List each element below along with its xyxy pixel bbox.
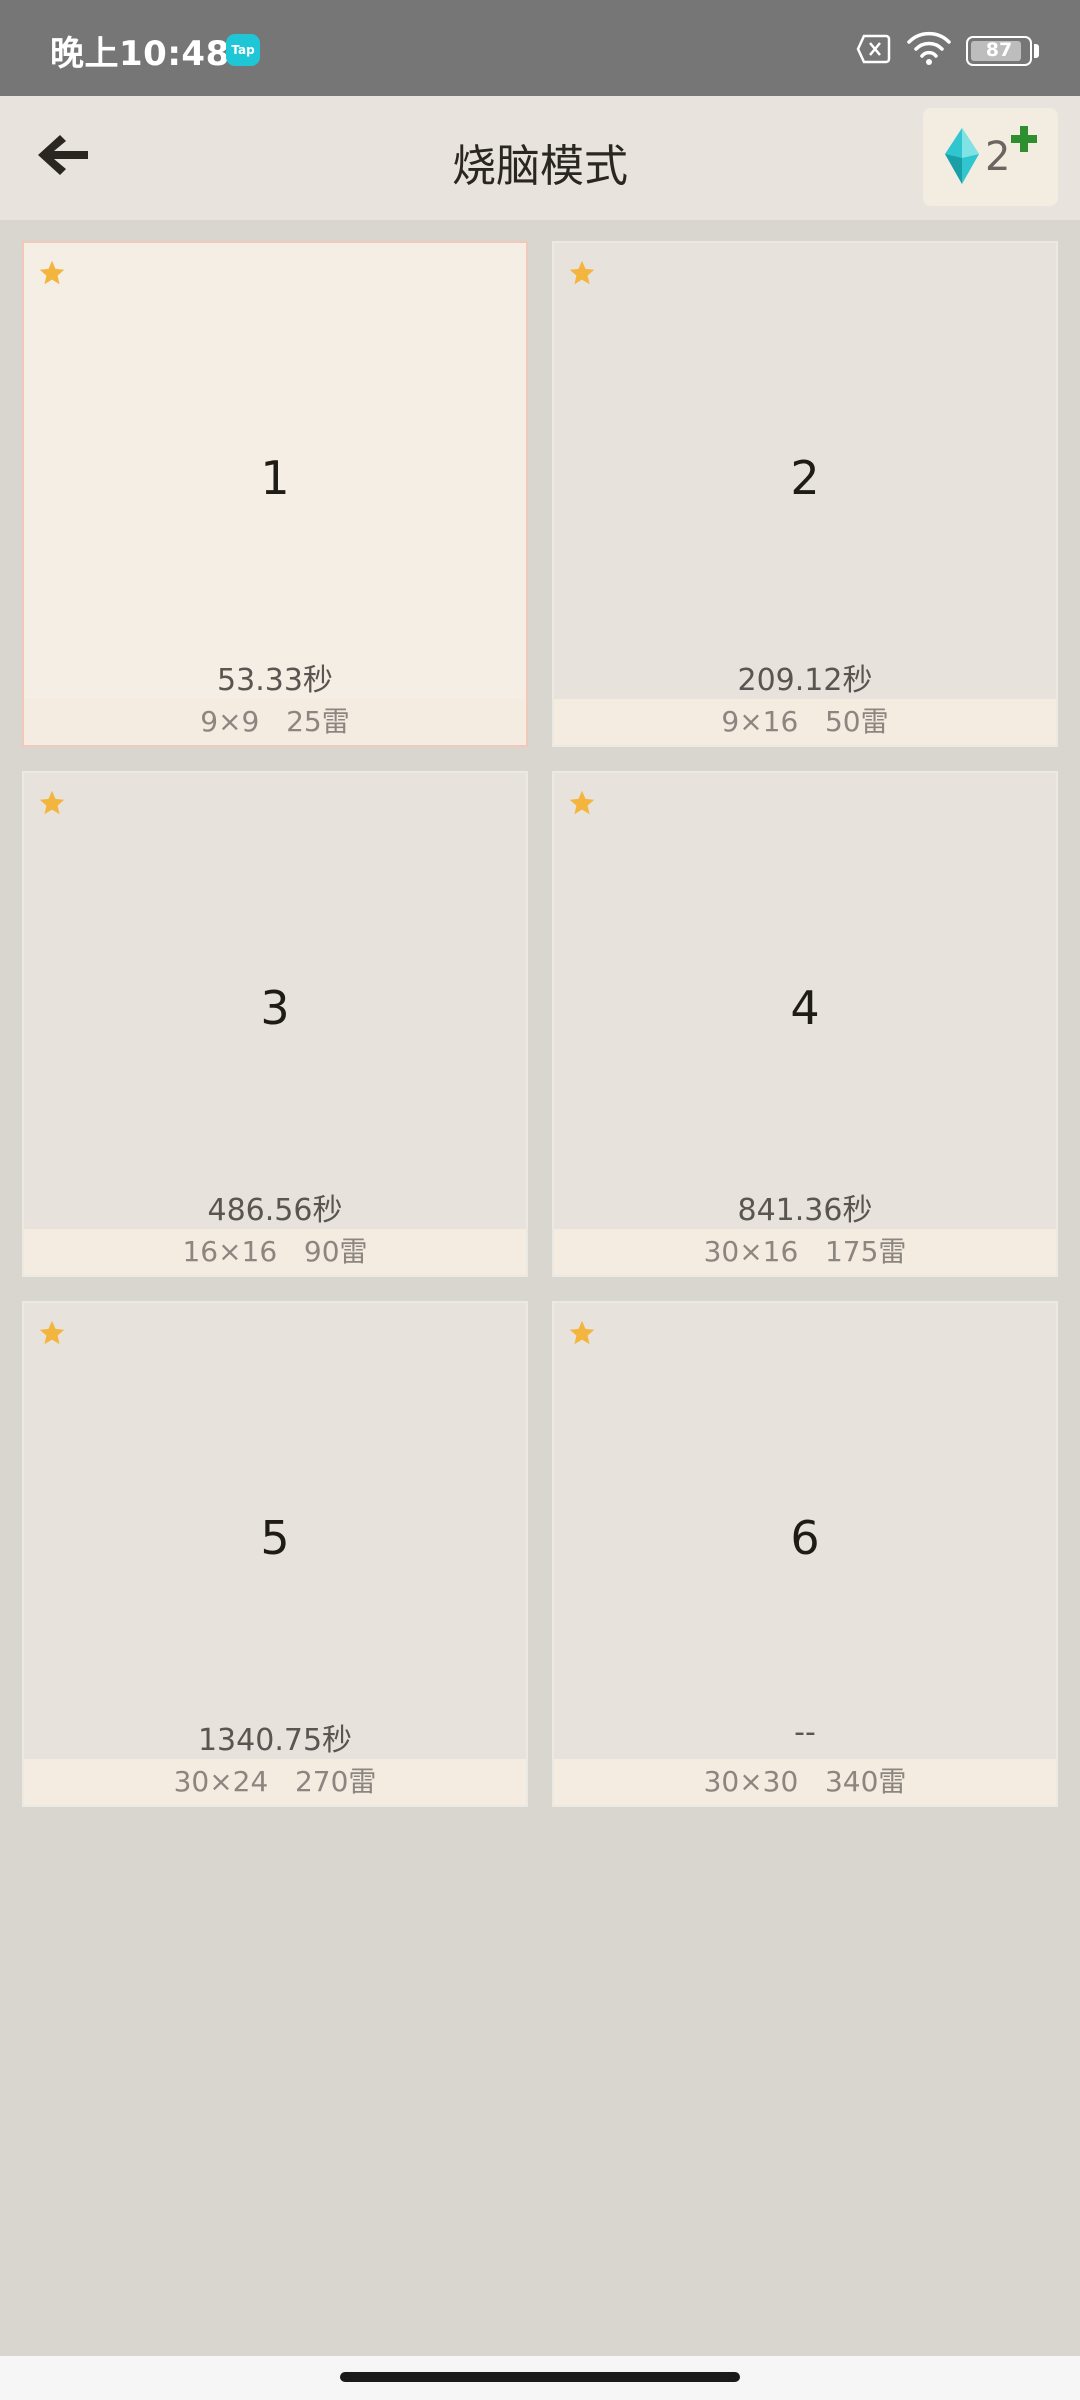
no-sim-icon [856, 34, 892, 68]
mine-count: 175雷 [824, 1235, 907, 1268]
add-gem-plus-icon [1011, 126, 1037, 156]
app-header: 烧脑模式 2 [0, 96, 1080, 220]
gem-counter-button[interactable]: 2 [923, 108, 1058, 206]
star-icon [568, 789, 596, 821]
star-icon [568, 1319, 596, 1351]
mine-count: 25雷 [286, 705, 350, 738]
level-number: 1 [260, 451, 290, 505]
star-icon [568, 259, 596, 291]
level-card-2[interactable]: 2 209.12秒 9×16 50雷 [552, 241, 1058, 747]
best-time: 209.12秒 [737, 663, 873, 698]
board-info: 30×16 175雷 [554, 1229, 1056, 1275]
level-number: 4 [790, 981, 820, 1035]
home-indicator[interactable] [340, 2372, 740, 2382]
board-info: 30×24 270雷 [24, 1759, 526, 1805]
board-size: 9×9 [200, 705, 260, 738]
star-icon [38, 259, 66, 291]
mine-count: 340雷 [824, 1765, 907, 1798]
board-size: 9×16 [721, 705, 799, 738]
level-number: 5 [260, 1511, 290, 1565]
star-icon [38, 789, 66, 821]
mine-count: 50雷 [824, 705, 889, 738]
status-bar: 晚上10:48 Tap 87 [0, 0, 1080, 96]
best-time: -- [794, 1715, 816, 1750]
level-card-3[interactable]: 3 486.56秒 16×16 90雷 [22, 771, 528, 1277]
level-card-6[interactable]: 6 -- 30×30 340雷 [552, 1301, 1058, 1807]
board-info: 9×16 50雷 [554, 699, 1056, 745]
status-time: 晚上10:48 [50, 34, 230, 74]
board-info: 9×9 25雷 [24, 699, 526, 745]
level-number: 2 [790, 451, 820, 505]
best-time: 841.36秒 [737, 1193, 873, 1228]
board-size: 30×16 [703, 1235, 799, 1268]
level-number: 6 [790, 1511, 820, 1565]
diamond-gem-icon [945, 128, 979, 188]
star-icon [38, 1319, 66, 1351]
level-number: 3 [260, 981, 290, 1035]
battery-tip [1034, 44, 1039, 58]
best-time: 486.56秒 [207, 1193, 343, 1228]
mine-count: 270雷 [294, 1765, 377, 1798]
mine-count: 90雷 [303, 1235, 368, 1268]
best-time: 53.33秒 [217, 663, 333, 698]
board-size: 16×16 [182, 1235, 278, 1268]
board-info: 30×30 340雷 [554, 1759, 1056, 1805]
board-info: 16×16 90雷 [24, 1229, 526, 1275]
battery-level: 87 [985, 39, 1013, 61]
board-size: 30×24 [173, 1765, 269, 1798]
level-card-4[interactable]: 4 841.36秒 30×16 175雷 [552, 771, 1058, 1277]
wifi-icon [906, 30, 952, 70]
best-time: 1340.75秒 [197, 1723, 353, 1758]
board-size: 30×30 [703, 1765, 799, 1798]
level-card-5[interactable]: 5 1340.75秒 30×24 270雷 [22, 1301, 528, 1807]
tap-app-icon: Tap [226, 34, 260, 66]
page-title: 烧脑模式 [452, 141, 628, 192]
battery-icon: 87 [966, 36, 1032, 66]
level-card-1[interactable]: 1 53.33秒 9×9 25雷 [22, 241, 528, 747]
gem-count: 2 [985, 134, 1011, 180]
